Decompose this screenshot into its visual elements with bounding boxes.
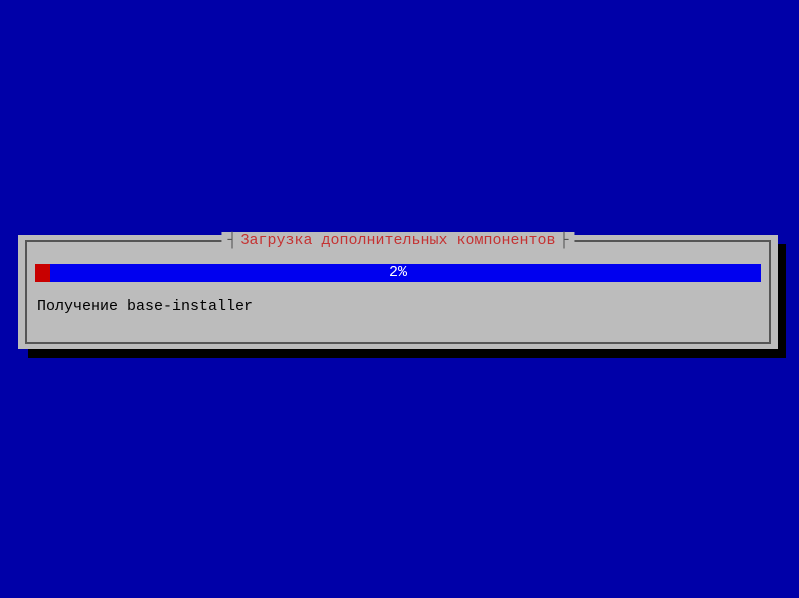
progress-bar: 2% — [35, 264, 761, 282]
status-text: Получение base-installer — [35, 298, 761, 316]
progress-dialog: ┤ Загрузка дополнительных компонентов ├ … — [18, 235, 778, 349]
dialog-content: 2% Получение base-installer — [27, 242, 769, 324]
dialog-frame: ┤ Загрузка дополнительных компонентов ├ … — [25, 240, 771, 344]
dialog-title-text: Загрузка дополнительных компонентов — [240, 232, 555, 250]
dialog-title: ┤ Загрузка дополнительных компонентов ├ — [221, 232, 574, 250]
progress-percent-label: 2% — [35, 264, 761, 282]
title-bracket-right: ├ — [560, 232, 569, 250]
title-bracket-left: ┤ — [227, 232, 236, 250]
